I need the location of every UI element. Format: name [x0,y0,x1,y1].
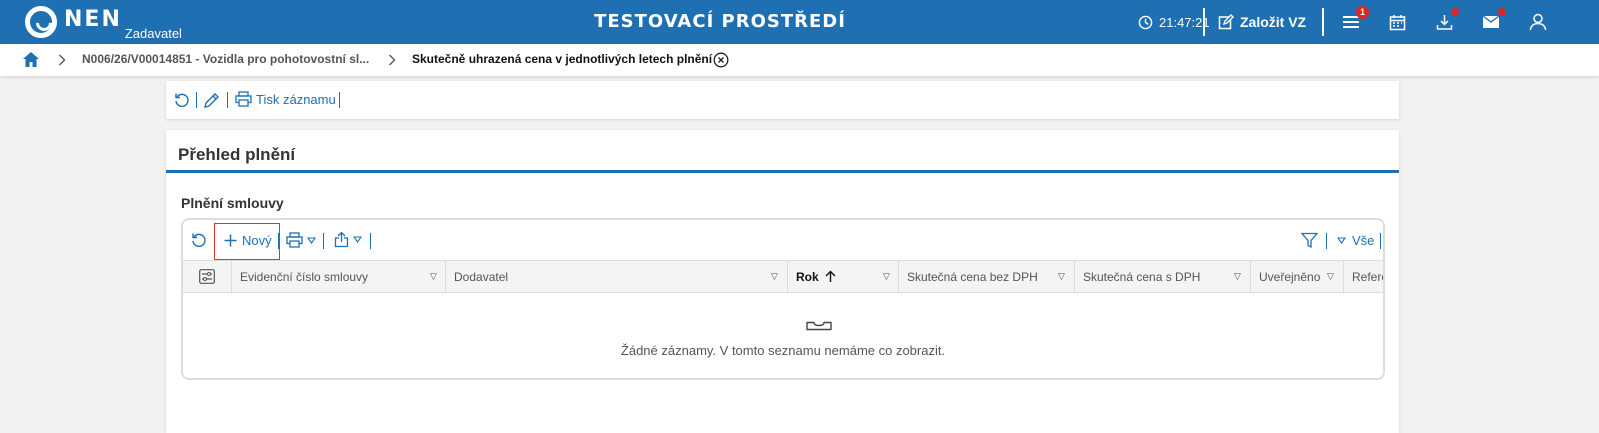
column-filter-icon[interactable]: ▽ [1058,271,1065,282]
column-header-contract-number[interactable]: Evidenční číslo smlouvy ▽ [231,261,445,292]
column-header-reference[interactable]: Refere [1343,261,1383,292]
print-record-button[interactable]: Tisk záznamu [235,91,336,107]
column-label: Skutečná cena bez DPH [907,270,1038,284]
download-icon [1436,14,1452,30]
sort-ascending-icon [825,270,836,282]
edit-icon [1218,14,1234,30]
column-label: Uveřejněno [1259,270,1321,284]
chevron-right-icon [389,54,396,66]
menu-badge: 1 [1356,6,1369,19]
fulfillment-panel: Přehled plnění Plnění smlouvy Nový Vše E… [166,130,1399,433]
edit-button[interactable] [203,92,220,109]
user-icon [1529,13,1547,31]
divider [323,233,324,249]
mail-button[interactable] [1480,8,1506,33]
breadcrumb-item-contract[interactable]: N006/26/V00014851 - Vozidla pro pohotovo… [82,52,369,66]
user-button[interactable] [1527,11,1549,33]
column-settings-icon [199,269,215,284]
column-header-supplier[interactable]: Dodavatel ▽ [445,261,787,292]
export-icon [334,231,349,248]
filter-all-dropdown[interactable]: Vše [1337,233,1374,248]
refresh-icon [192,233,206,247]
divider [1203,8,1205,36]
printer-icon [286,232,303,248]
column-filter-icon[interactable]: ▽ [1327,271,1334,282]
calendar-button[interactable] [1386,11,1408,33]
empty-state-message: Žádné záznamy. V tomto seznamu nemáme co… [620,343,946,358]
divider [227,92,228,108]
divider [1326,233,1327,249]
notification-dot [1451,8,1459,16]
refresh-icon [175,93,189,107]
create-vz-button[interactable]: Založit VZ [1218,0,1306,44]
divider [1380,233,1381,249]
grid-export-dropdown[interactable] [334,231,362,248]
calendar-icon [1389,14,1405,30]
notification-dot [1498,8,1506,16]
divider [339,92,340,108]
table-header: Evidenční číslo smlouvy ▽ Dodavatel ▽ Ro… [183,260,1383,293]
top-bar: NEN Zadavatel TESTOVACÍ PROSTŘEDÍ 21:47:… [0,0,1599,44]
column-label: Dodavatel [454,270,509,284]
menu-button[interactable]: 1 [1340,6,1369,33]
section-title: Přehled plnění [178,145,296,164]
column-header-price-with-vat[interactable]: Skutečná cena s DPH ▽ [1074,261,1250,292]
chevron-right-icon [59,54,66,66]
column-label: Rok [796,270,819,284]
column-header-published[interactable]: Uveřejněno ▽ [1250,261,1343,292]
print-record-label: Tisk záznamu [256,91,336,107]
record-toolbar: Tisk záznamu [166,81,1399,119]
fulfillment-grid: Nový Vše Evidenční číslo smlouvy ▽ Dodav… [181,218,1385,380]
pencil-icon [204,93,219,108]
filter-button[interactable] [1301,232,1318,249]
printer-icon [235,91,252,107]
breadcrumb: N006/26/V00014851 - Vozidla pro pohotovo… [0,44,1599,76]
column-label: Skutečná cena s DPH [1083,270,1201,284]
divider [370,233,371,249]
caret-down-icon [353,236,362,243]
refresh-button[interactable] [174,92,190,108]
download-button[interactable] [1433,8,1459,33]
clock-icon [1138,15,1153,29]
subsection-title: Plnění smlouvy [181,195,284,211]
caret-down-icon [1337,237,1346,244]
divider [1322,8,1324,36]
home-icon[interactable] [22,51,40,68]
breadcrumb-item-current: Skutečně uhrazená cena v jednotlivých le… [412,52,713,66]
grid-print-dropdown[interactable] [286,232,316,248]
column-filter-icon[interactable]: ▽ [430,271,437,282]
column-header-price-without-vat[interactable]: Skutečná cena bez DPH ▽ [898,261,1074,292]
column-header-year[interactable]: Rok ▽ [787,261,898,292]
grid-refresh-button[interactable] [191,232,207,248]
filter-all-label: Vše [1352,233,1375,248]
column-filter-icon[interactable]: ▽ [1234,271,1241,282]
column-label: Refere [1352,270,1383,284]
session-clock: 21:47:21 [1138,0,1210,44]
column-label: Evidenční číslo smlouvy [240,270,369,284]
divider [278,233,279,249]
column-settings-cell[interactable] [183,261,231,292]
close-circle-icon[interactable] [713,52,729,68]
caret-down-icon [307,236,316,244]
column-filter-icon[interactable]: ▽ [883,271,890,282]
filter-icon [1301,232,1318,249]
column-filter-icon[interactable]: ▽ [771,271,778,282]
mail-icon [1482,15,1500,28]
divider [196,92,197,108]
empty-tray-icon [806,321,832,331]
highlight-box [214,223,280,260]
section-underline [166,170,1399,173]
create-vz-label: Založit VZ [1240,14,1307,30]
